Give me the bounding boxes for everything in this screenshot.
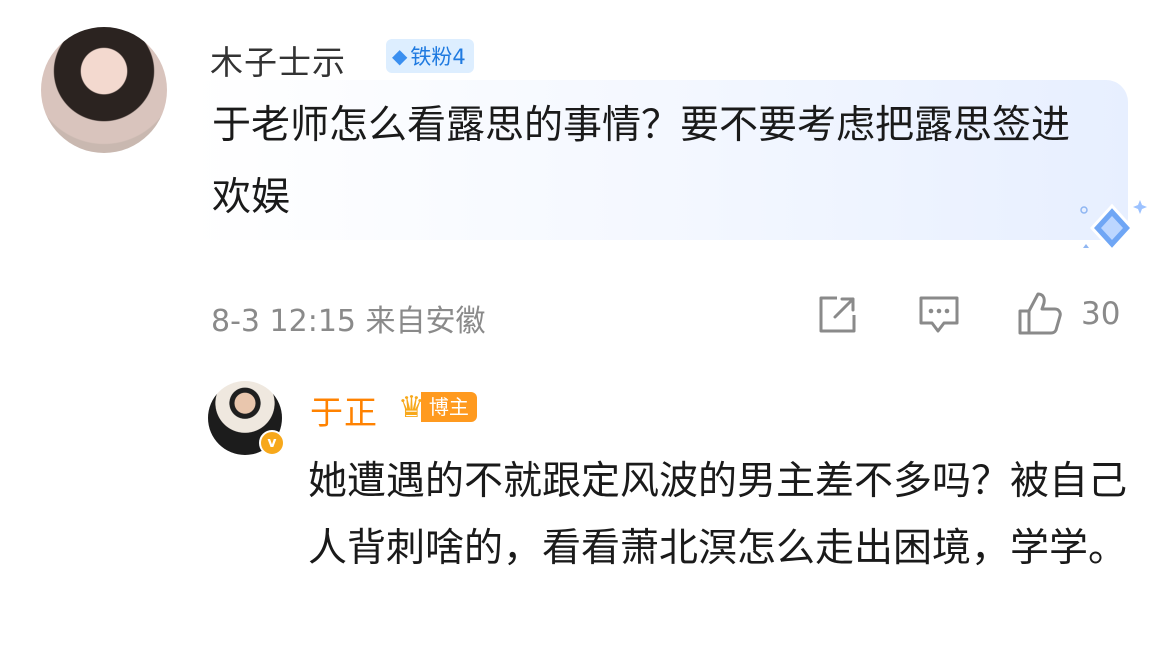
diamond-icon: ◆: [392, 44, 408, 68]
blogger-badge: ♛ 博主: [398, 388, 477, 426]
reply-text: 她遭遇的不就跟定风波的男主差不多吗？被自己人背刺啥的，看看萧北溟怎么走出困境，学…: [308, 459, 1128, 571]
comment-time: 8-3 12:15: [211, 304, 356, 339]
like-count: 30: [1081, 296, 1121, 332]
commenter-username[interactable]: 木子士示: [210, 36, 346, 84]
reply-username[interactable]: 于正: [310, 386, 378, 434]
fan-badge[interactable]: ◆ 铁粉4: [386, 39, 474, 73]
verified-icon: v: [259, 430, 285, 456]
comment-location: 来自安徽: [365, 304, 486, 339]
blogger-badge-label: 博主: [420, 392, 477, 422]
comment-text: 于老师怎么看露思的事情？要不要考虑把露思签进欢娱: [212, 103, 1071, 220]
commenter-avatar[interactable]: [41, 27, 167, 153]
like-button[interactable]: 30: [1015, 289, 1120, 339]
comment-button[interactable]: [916, 293, 962, 337]
share-button[interactable]: [815, 293, 859, 337]
comment-meta: 8-3 12:15 来自安徽: [211, 296, 486, 340]
fan-badge-label: 铁粉4: [410, 45, 466, 69]
share-icon: [819, 296, 856, 333]
comment-icon: [919, 296, 959, 333]
like-icon: [1018, 292, 1062, 335]
